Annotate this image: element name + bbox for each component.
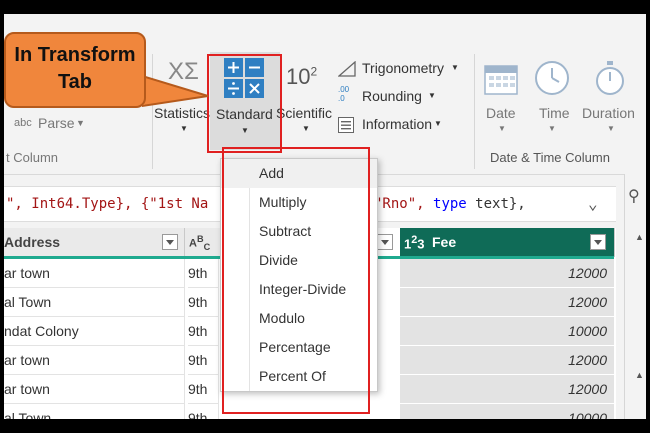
number-type-icon: 123 <box>404 234 425 252</box>
time-button[interactable]: Time ▼ <box>530 54 574 144</box>
scientific-icon: 102 <box>286 64 318 89</box>
duration-button[interactable]: Duration ▼ <box>580 54 646 144</box>
callout-line: Tab <box>57 71 93 93</box>
cell-fee: 12000 <box>400 346 614 374</box>
collapse-arrow-icon[interactable]: ▲ <box>635 370 644 380</box>
callout-line: In Transform <box>14 44 136 66</box>
column-group-label: t Column <box>6 150 59 165</box>
cell-address: ar town <box>4 259 185 288</box>
standard-highlight-box <box>207 54 282 153</box>
information-label: Information <box>362 116 433 132</box>
cell-address: al Town <box>4 288 185 317</box>
cell-address: ar town <box>4 346 185 375</box>
cell-address: al Town <box>4 404 185 419</box>
formula-segment: ", Int64.Type}, {"1st Na <box>6 196 209 212</box>
annotation-callout: In Transform Tab <box>4 32 146 108</box>
group-separator <box>474 54 475 169</box>
menu-highlight-box <box>222 147 370 414</box>
cell-col2: 9th <box>188 346 219 375</box>
rounding-label: Rounding <box>362 88 422 104</box>
column-header-fee[interactable]: 123 Fee <box>400 228 615 257</box>
search-icon[interactable]: ⚲ <box>628 186 640 206</box>
information-button[interactable]: Information ▼ <box>338 114 468 136</box>
chevron-down-icon[interactable]: ▼ <box>76 118 85 128</box>
column-header-label: Fee <box>432 234 457 250</box>
rounding-icon: .00 .0 <box>338 85 350 103</box>
collapse-arrow-icon[interactable]: ▲ <box>635 232 644 242</box>
query-settings-pane: ⚲ ▲ ▲ <box>624 174 646 419</box>
date-label: Date <box>486 105 516 121</box>
cell-fee: 12000 <box>400 288 614 316</box>
cell-col2: 9th <box>188 375 219 404</box>
scientific-button[interactable]: 102 Scientific ▼ <box>276 54 334 144</box>
column-filter-dropdown[interactable] <box>377 234 393 250</box>
column-header-label: Address <box>4 234 61 250</box>
cell-fee: 10000 <box>400 317 614 345</box>
triangle-icon <box>338 61 356 77</box>
chevron-down-icon: ▼ <box>434 119 442 128</box>
date-button[interactable]: Date ▼ <box>480 54 524 144</box>
cell-fee: 12000 <box>400 375 614 403</box>
callout-pointer <box>142 74 209 108</box>
formula-segment: "Rno", type text}, <box>374 196 526 212</box>
date-time-group-label: Date & Time Column <box>490 150 610 165</box>
clock-icon <box>535 61 569 95</box>
cell-address: ar town <box>4 375 185 404</box>
text-type-icon: ABC <box>189 234 211 252</box>
column-header-address[interactable]: Address <box>4 228 185 257</box>
app-frame: abc Parse ▼ t Column XΣ Statistics ▼ Sta… <box>4 14 646 419</box>
chevron-down-icon: ▼ <box>302 124 310 133</box>
chevron-down-icon: ▼ <box>498 124 506 133</box>
chevron-down-icon: ▼ <box>428 91 436 100</box>
cell-address: ndat Colony <box>4 317 185 346</box>
parse-button[interactable]: Parse <box>38 115 75 131</box>
chevron-down-icon: ▼ <box>548 124 556 133</box>
scientific-label: Scientific <box>276 105 333 121</box>
chevron-down-icon: ▼ <box>607 124 615 133</box>
calendar-icon <box>484 65 518 95</box>
duration-label: Duration <box>582 105 635 121</box>
abc-icon: abc <box>14 117 32 129</box>
cell-col2: 9th <box>188 259 219 288</box>
stopwatch-icon <box>596 61 624 95</box>
time-label: Time <box>539 105 570 121</box>
rounding-button[interactable]: .00 .0 Rounding ▼ <box>338 85 468 108</box>
cell-col2: 9th <box>188 404 219 419</box>
cell-fee: 10000 <box>400 404 614 419</box>
chevron-down-icon: ▼ <box>451 63 459 72</box>
callout-text: In Transform Tab <box>6 42 144 96</box>
information-icon <box>338 117 354 133</box>
column-filter-dropdown[interactable] <box>162 234 178 250</box>
cell-col2: 9th <box>188 317 219 346</box>
expand-formula-chevron-icon[interactable]: ⌄ <box>588 194 598 213</box>
column-filter-dropdown[interactable] <box>590 234 606 250</box>
trigonometry-button[interactable]: Trigonometry ▼ <box>338 58 468 80</box>
chevron-down-icon: ▼ <box>180 124 188 133</box>
cell-col2: 9th <box>188 288 219 317</box>
trigonometry-label: Trigonometry <box>362 60 444 76</box>
cell-fee: 12000 <box>400 259 614 287</box>
